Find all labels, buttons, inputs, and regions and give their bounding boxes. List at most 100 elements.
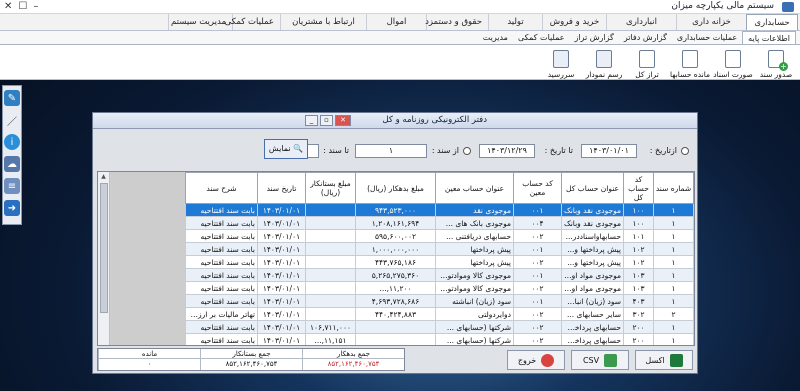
table-row[interactable]: ۱ ۱۰۱ حسابهاواسناددر... ۰۰۲ حسابهای دریافتنی…	[185, 229, 694, 243]
minimize-icon[interactable]: _	[305, 115, 318, 126]
cell-general-code: ۴۰۳	[623, 294, 654, 308]
csv-button[interactable]: CSV	[571, 350, 629, 370]
cell-doc-date: ۱۴۰۳/۰۱/۰۱	[257, 268, 306, 282]
subtab-utilities[interactable]: عملیات کمکی	[513, 31, 570, 44]
table-header-row: شماره سند کد حساب کل عنوان حساب کل کد حس…	[185, 172, 694, 204]
subtab-basic-info[interactable]: اطلاعات پایه	[742, 31, 796, 44]
new-document-icon	[768, 50, 788, 71]
cell-description: بابت سند افتتاحیه	[185, 242, 258, 256]
col-credit[interactable]: مبلغ بستانکار (ریال)	[305, 172, 356, 204]
col-description[interactable]: شرح سند	[185, 172, 258, 204]
voucher-list-button[interactable]: صورت اسناد	[713, 45, 753, 79]
pen-icon[interactable]: ✎	[4, 90, 20, 106]
subtab-balance-reports[interactable]: گزارش تراز	[569, 31, 618, 44]
menu-warehouse[interactable]: انبارداری	[606, 14, 676, 30]
cell-subsidiary-title: موجودی کالا وموادتولیدی	[435, 281, 514, 295]
col-subsidiary-title[interactable]: عنوان حساب معین	[435, 172, 514, 204]
menu-production[interactable]: تولید	[488, 14, 542, 30]
cell-debit: ۵۹۵,۶۰۰,۰۰۲	[355, 229, 436, 243]
cell-doc-number: ۱	[653, 242, 694, 256]
excel-label: اکسل	[645, 355, 665, 365]
table-row[interactable]: ۱ ۱۰۰ موجودی نقد وبانک ۰۰۴ موجودی بانک های .…	[185, 216, 694, 230]
col-general-title[interactable]: عنوان حساب کل	[561, 172, 624, 204]
exit-button[interactable]: خروج	[507, 350, 565, 370]
cell-credit	[305, 203, 356, 217]
table-row[interactable]: ۱ ۴۰۳ سود (زیان) انباشته ۰۰۱ سود (زیان) انبا…	[185, 294, 694, 308]
dialog-title: دفتر الکترونیکی روزنامه و کل	[382, 115, 487, 125]
trial-balance-button[interactable]: تراز کل	[627, 45, 667, 79]
total-debit-value: ۸۵۲,۱۶۲,۴۶۰,۷۵۴	[302, 359, 404, 370]
cell-description: بابت سند افتتاحیه	[185, 333, 258, 345]
col-subsidiary-code[interactable]: کد حساب معین	[513, 172, 562, 204]
pencil-icon[interactable]: ／	[4, 112, 20, 128]
cell-description: بابت سند افتتاحیه	[185, 294, 258, 308]
from-doc-input[interactable]: ۱	[355, 144, 427, 158]
logout-icon[interactable]: ➜	[4, 200, 20, 216]
account-balances-button[interactable]: مانده حسابها	[670, 45, 710, 79]
close-icon[interactable]: ✕	[335, 115, 351, 126]
cell-credit	[305, 216, 356, 230]
col-doc-date[interactable]: تاریخ سند	[257, 172, 306, 204]
cell-subsidiary-code: ۰۰۲	[513, 333, 562, 345]
table-row[interactable]: ۲ ۳۰۲ سایر حسابهای ... ۰۰۲ دوایردولتی ۴۴۰,۴۲۴…	[185, 307, 694, 321]
dialog-title-bar: دفتر الکترونیکی روزنامه و کل _ ▫ ✕	[93, 113, 697, 129]
maximize-window-icon[interactable]: ☐	[18, 1, 27, 12]
cell-debit	[355, 333, 436, 345]
col-general-code[interactable]: کد حساب کل	[623, 172, 654, 204]
app-title-bar: سیستم مالی یکپارچه میزان ✕ ☐ –	[0, 0, 800, 14]
restore-icon[interactable]: ▫	[320, 115, 333, 126]
excel-button[interactable]: اکسل	[635, 350, 693, 370]
menu-utilities[interactable]: عملیات کمکی	[225, 14, 280, 30]
cell-description: بابت سند افتتاحیه	[185, 203, 258, 217]
minimize-window-icon[interactable]: –	[33, 1, 38, 12]
to-date-input[interactable]: ۱۴۰۳/۱۲/۲۹	[479, 144, 535, 158]
subtab-accounting-ops[interactable]: عملیات حسابداری	[672, 31, 742, 44]
cell-credit: ۱۰۶,۷۱۱,۰۰۰	[305, 320, 356, 334]
cell-subsidiary-title: دوایردولتی	[435, 307, 514, 321]
from-doc-label: از سند :	[431, 146, 459, 155]
subtab-management[interactable]: مدیریت	[478, 31, 513, 44]
scroll-thumb[interactable]	[100, 183, 108, 313]
draw-chart-button[interactable]: رسم نمودار	[584, 45, 624, 79]
col-debit[interactable]: مبلغ بدهکار (ریال)	[355, 172, 436, 204]
tool-label: صورت اسناد	[713, 70, 753, 79]
menu-crm[interactable]: ارتباط با مشتریان	[280, 14, 366, 30]
table-row[interactable]: ۱ ۱۰۲ پیش پرداختها و... ۰۰۱ پیش پرداختها ۱,۰۰…	[185, 242, 694, 256]
cell-general-title: سود (زیان) انباشته	[561, 294, 624, 308]
vertical-scrollbar[interactable]: ▲	[98, 172, 110, 345]
scroll-up-icon[interactable]: ▲	[98, 172, 109, 182]
col-doc-number[interactable]: شماره سند	[653, 172, 694, 204]
menu-purchase-sales[interactable]: خرید و فروش	[542, 14, 606, 30]
cell-credit	[305, 294, 356, 308]
table-row[interactable]: ۱ ۲۰۰ حسابهای پرداخت... ۰۰۲ شرکتها (حسابهای …	[185, 320, 694, 334]
menu-assets[interactable]: اموال	[366, 14, 426, 30]
cell-general-title: موجودی نقد وبانک	[561, 216, 624, 230]
table-row[interactable]: ۱ ۱۰۳ موجودی مواد اولیه... ۰۰۲ موجودی کالا و…	[185, 281, 694, 295]
from-date-input[interactable]: ۱۴۰۳/۰۱/۰۱	[581, 144, 637, 158]
due-date-button[interactable]: سررسید	[541, 45, 581, 79]
tool-label: رسم نمودار	[585, 70, 623, 79]
table-row[interactable]: ۱ ۱۰۰ موجودی نقد وبانک ۰۰۱ موجودی نقد ۹۴۳,۵۲۳…	[185, 203, 694, 217]
users-icon[interactable]: ☁	[4, 156, 20, 172]
tool-label: سررسید	[547, 70, 575, 79]
menu-treasury[interactable]: خزانه داری	[676, 14, 746, 30]
menu-payroll[interactable]: حقوق و دستمزد	[425, 14, 488, 30]
date-filter-radio[interactable]	[681, 147, 689, 155]
table-row[interactable]: ۱ ۱۰۳ موجودی مواد اولیه... ۰۰۱ موجودی کالا و…	[185, 268, 694, 282]
menu-accounting[interactable]: حسابداری	[746, 14, 798, 30]
chart-icon	[596, 50, 612, 68]
subtab-ledger-reports[interactable]: گزارش دفاتر	[619, 31, 672, 44]
cell-subsidiary-code: ۰۰۲	[513, 281, 562, 295]
menu-system-admin[interactable]: مدیریت سیستم	[168, 14, 232, 30]
close-window-icon[interactable]: ✕	[4, 1, 12, 12]
cell-subsidiary-code: ۰۰۱	[513, 203, 562, 217]
info-icon[interactable]: i	[4, 134, 20, 150]
table-row[interactable]: ۱ ۱۰۲ پیش پرداختها و... ۰۰۲ پیش پرداختها ۴۴۳,…	[185, 255, 694, 269]
show-button[interactable]: 🔍 نمایش	[264, 139, 308, 159]
doc-filter-radio[interactable]	[463, 147, 471, 155]
cell-credit	[305, 242, 356, 256]
issue-voucher-button[interactable]: صدور سند	[756, 45, 796, 79]
table-row[interactable]: ۱ ۲۰۰ حسابهای پرداخت... ۰۰۲ شرکتها (حسابهای …	[185, 333, 694, 345]
reports-icon[interactable]: ≡	[4, 178, 20, 194]
to-doc-label: تا سند :	[323, 146, 349, 155]
